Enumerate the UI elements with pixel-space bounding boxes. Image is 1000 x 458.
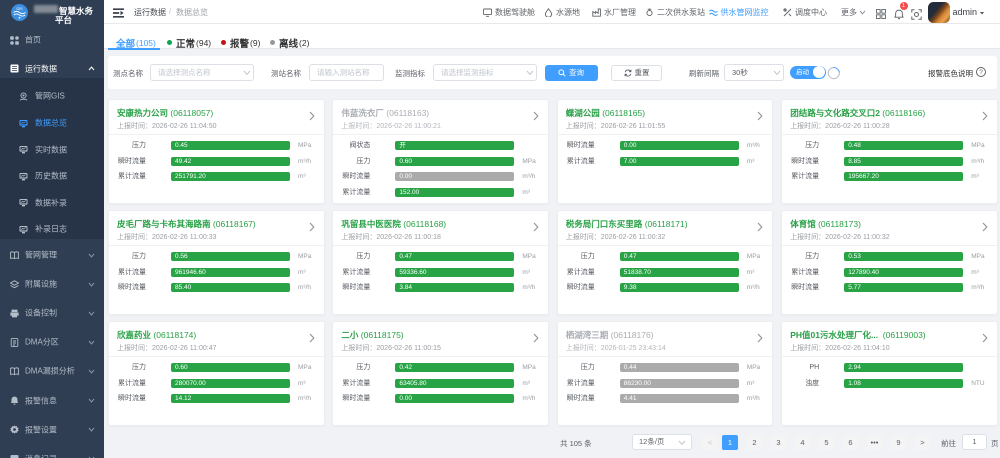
svg-text:GIS: GIS bbox=[16, 7, 23, 11]
